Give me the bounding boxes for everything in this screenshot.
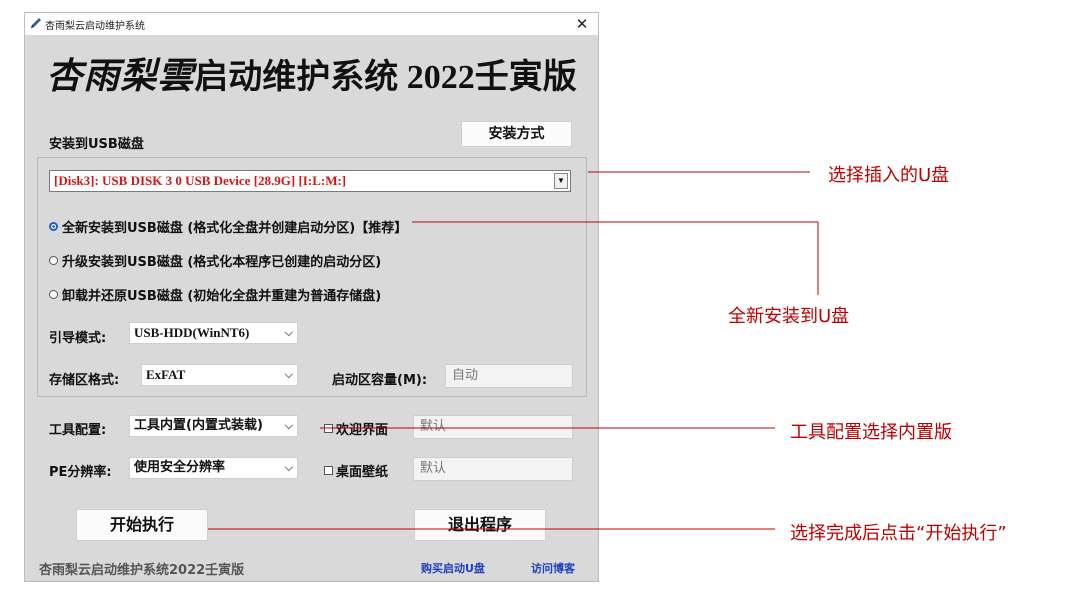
chevron-down-icon: ⌵ [284, 419, 293, 432]
wallpaper-input[interactable]: 默认 [413, 457, 573, 481]
close-button[interactable]: ✕ [572, 14, 592, 34]
install-groupbox [37, 157, 587, 397]
annotation-start-hint: 选择完成后点击“开始执行” [790, 523, 1007, 544]
radio-fresh-install-label: 全新安装到USB磁盘 (格式化全盘并创建启动分区)【推荐】 [62, 221, 408, 236]
disk-select-value: [Disk3]: USB DISK 3 0 USB Device [28.9G]… [54, 173, 347, 188]
brand-title: 启动维护系统 2022壬寅版 [194, 59, 577, 96]
exit-button[interactable]: 退出程序 [414, 509, 546, 541]
start-button[interactable]: 开始执行 [76, 509, 208, 541]
boot-mode-value: USB-HDD(WinNT6) [134, 325, 250, 340]
radio-uninstall-restore-label: 卸载并还原USB磁盘 (初始化全盘并重建为普通存储盘) [62, 289, 382, 304]
storage-format-label: 存储区格式: [49, 373, 120, 388]
wallpaper-label: 桌面壁纸 [336, 465, 389, 480]
checkbox-icon [324, 466, 333, 475]
boot-size-input[interactable]: 自动 [445, 364, 573, 388]
pen-icon [31, 18, 41, 28]
install-section-label: 安装到USB磁盘 [49, 137, 144, 152]
boot-size-label: 启动区容量(M): [332, 373, 428, 388]
disk-select[interactable]: [Disk3]: USB DISK 3 0 USB Device [28.9G]… [49, 170, 571, 192]
radio-selected-icon [49, 222, 58, 231]
radio-upgrade-install[interactable]: 升级安装到USB磁盘 (格式化本程序已创建的启动分区) [49, 251, 381, 270]
annotation-fresh-install: 全新安装到U盘 [728, 306, 850, 327]
chevron-down-icon: ⌵ [284, 461, 293, 474]
brand-banner: 杏雨梨雲启动维护系统 2022壬寅版 [25, 47, 598, 99]
chevron-down-icon: ⌵ [284, 369, 293, 381]
radio-unselected-icon [49, 256, 58, 265]
wallpaper-checkbox[interactable]: 桌面壁纸 [324, 461, 388, 480]
annotation-select-disk: 选择插入的U盘 [828, 165, 950, 186]
title-bar: 杏雨梨云启动维护系统 ✕ [25, 13, 598, 35]
tool-config-value: 工具内置(内置式装载) [134, 418, 263, 433]
window-title: 杏雨梨云启动维护系统 [45, 21, 145, 32]
tool-config-select[interactable]: 工具内置(内置式装载) ⌵ [129, 415, 298, 437]
chevron-down-icon: ⌵ [284, 327, 293, 339]
storage-format-select[interactable]: ExFAT ⌵ [141, 364, 298, 386]
storage-format-value: ExFAT [146, 367, 186, 382]
install-method-button[interactable]: 安装方式 [461, 121, 572, 147]
visit-blog-link[interactable]: 访问博客 [531, 560, 575, 576]
pe-resolution-label: PE分辨率: [49, 465, 112, 480]
boot-mode-label: 引导模式: [49, 331, 107, 346]
welcome-input[interactable]: 默认 [413, 415, 573, 439]
brand-calligraphy: 杏雨梨雲 [46, 55, 195, 97]
pe-resolution-value: 使用安全分辨率 [134, 460, 226, 475]
boot-mode-select[interactable]: USB-HDD(WinNT6) ⌵ [129, 322, 298, 344]
app-window: 杏雨梨云启动维护系统 ✕ 杏雨梨雲启动维护系统 2022壬寅版 安装到USB磁盘… [24, 12, 599, 582]
radio-uninstall-restore[interactable]: 卸载并还原USB磁盘 (初始化全盘并重建为普通存储盘) [49, 285, 381, 304]
welcome-label: 欢迎界面 [336, 423, 389, 438]
checkbox-icon [324, 424, 333, 433]
pe-resolution-select[interactable]: 使用安全分辨率 ⌵ [129, 457, 298, 479]
radio-fresh-install[interactable]: 全新安装到USB磁盘 (格式化全盘并创建启动分区)【推荐】 [49, 217, 407, 236]
buy-usb-link[interactable]: 购买启动U盘 [421, 560, 485, 576]
footer-product-name: 杏雨梨云启动维护系统2022壬寅版 [39, 563, 245, 578]
radio-upgrade-install-label: 升级安装到USB磁盘 (格式化本程序已创建的启动分区) [62, 255, 382, 270]
dropdown-arrow-icon[interactable]: ▼ [554, 173, 568, 189]
radio-unselected-icon [49, 290, 58, 299]
tool-config-label: 工具配置: [49, 423, 107, 438]
annotation-tool-config: 工具配置选择内置版 [790, 422, 952, 443]
welcome-checkbox[interactable]: 欢迎界面 [324, 419, 388, 438]
